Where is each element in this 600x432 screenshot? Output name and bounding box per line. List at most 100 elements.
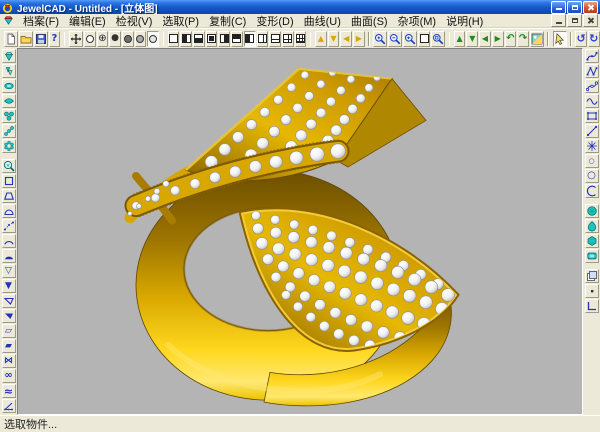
rotate-view-right[interactable]: ▶: [353, 31, 365, 47]
viewport-main[interactable]: [244, 31, 256, 47]
gem-pair-tool[interactable]: [2, 64, 16, 78]
star-curve-tool[interactable]: [585, 139, 599, 153]
gem-group-tool[interactable]: [2, 109, 16, 123]
hidden-line-mode[interactable]: ⊕: [97, 31, 109, 47]
gem-cut-pear-tool[interactable]: [585, 219, 599, 233]
menu-edit[interactable]: 编辑(E): [64, 14, 111, 27]
new-file[interactable]: [4, 31, 18, 47]
gem-cluster-tool[interactable]: [2, 139, 16, 153]
restore-button[interactable]: [567, 1, 582, 14]
mdi-restore-button[interactable]: [567, 14, 582, 27]
line-curve-tool[interactable]: [585, 124, 599, 138]
circle-curve-tool[interactable]: ○: [585, 169, 599, 183]
gem-scatter-tool[interactable]: [2, 49, 16, 63]
viewport-right[interactable]: [218, 31, 230, 47]
profile-dome-tool[interactable]: [2, 204, 16, 218]
shaded-gray-mode[interactable]: [135, 31, 147, 47]
viewport-top[interactable]: [231, 31, 243, 47]
viewport-3d[interactable]: [17, 48, 583, 415]
spline-curve-tool[interactable]: [585, 49, 599, 63]
menu-help[interactable]: 说明(H): [441, 14, 488, 27]
parallelogram-open-tool[interactable]: ▱: [2, 324, 16, 338]
wedge-open-tool[interactable]: [2, 294, 16, 308]
menu-pick[interactable]: 选取(P): [157, 14, 204, 27]
profile-square-tool[interactable]: [2, 174, 16, 188]
context-help[interactable]: ?: [49, 31, 61, 47]
profile-trapezoid-tool[interactable]: [2, 189, 16, 203]
move-view[interactable]: [69, 31, 83, 47]
viewport-split-horizontal[interactable]: [269, 31, 281, 47]
redo[interactable]: ↻: [588, 31, 600, 47]
menu-misc[interactable]: 杂项(M): [393, 14, 442, 27]
corner-tool[interactable]: [585, 299, 599, 313]
spin-cw[interactable]: ↷: [517, 31, 529, 47]
rendered-mode[interactable]: [147, 31, 159, 47]
pan-up[interactable]: ▲: [454, 31, 466, 47]
edit-point-curve-tool[interactable]: [585, 79, 599, 93]
parallelogram-solid-tool[interactable]: ▰: [2, 339, 16, 353]
wedge-solid-tool[interactable]: [2, 309, 16, 323]
menu-deform[interactable]: 变形(D): [251, 14, 298, 27]
zoom-in[interactable]: [373, 31, 387, 47]
paste-window-tool[interactable]: [585, 269, 599, 283]
rectangle-curve-tool[interactable]: [585, 109, 599, 123]
viewport-full[interactable]: [206, 31, 218, 47]
triangle-solid-tool[interactable]: ▼: [2, 279, 16, 293]
arc-solid-tool[interactable]: [2, 249, 16, 263]
sq-nine-icon: [296, 32, 306, 46]
render-image[interactable]: [530, 31, 544, 47]
open-file[interactable]: [19, 31, 33, 47]
spin-ccw[interactable]: ↶: [505, 31, 517, 47]
menu-file[interactable]: 档案(F): [18, 14, 64, 27]
viewport-single[interactable]: [168, 31, 180, 47]
close-button[interactable]: [583, 1, 598, 14]
save-file[interactable]: [34, 31, 48, 47]
mdi-close-button[interactable]: [583, 14, 598, 27]
freeform-curve-tool[interactable]: [585, 94, 599, 108]
viewport-split-vertical[interactable]: [257, 31, 269, 47]
viewport-nine[interactable]: [295, 31, 307, 47]
gem-marquise-tool[interactable]: [2, 94, 16, 108]
menu-surface[interactable]: 曲面(S): [346, 14, 393, 27]
gem-oval-tool[interactable]: [2, 79, 16, 93]
ring-rail-tool[interactable]: ∞: [2, 369, 16, 383]
point-tool[interactable]: [585, 284, 599, 298]
rotate-view-down[interactable]: ▼: [328, 31, 340, 47]
arc-open-tool[interactable]: [2, 234, 16, 248]
shaded-dark-mode[interactable]: [122, 31, 134, 47]
rotate-view-up[interactable]: ▲: [315, 31, 327, 47]
gem-cut-round-tool[interactable]: [585, 204, 599, 218]
zoom-all[interactable]: [431, 31, 445, 47]
triangle-open-tool[interactable]: ▽: [2, 264, 16, 278]
bowtie-profile-tool[interactable]: ⋈: [2, 354, 16, 368]
viewport-left[interactable]: [180, 31, 192, 47]
wave-profile-tool[interactable]: ≈: [2, 384, 16, 398]
minimize-button[interactable]: [551, 1, 566, 14]
control-point-curve-tool[interactable]: [585, 64, 599, 78]
small-circle-tool[interactable]: ○: [585, 154, 599, 168]
profile-points-tool[interactable]: [2, 219, 16, 233]
menu-copy[interactable]: 复制(C): [204, 14, 251, 27]
zoom-window[interactable]: [418, 31, 430, 47]
gem-cut-flat-tool[interactable]: [585, 249, 599, 263]
select-pointer[interactable]: [553, 31, 567, 47]
rotate-view-left[interactable]: ◀: [340, 31, 352, 47]
pan-left[interactable]: ◀: [479, 31, 491, 47]
viewport-bottom[interactable]: [193, 31, 205, 47]
undo[interactable]: ↺: [575, 31, 587, 47]
menu-view[interactable]: 检视(V): [111, 14, 158, 27]
arc-curve-tool[interactable]: [585, 184, 599, 198]
pan-right[interactable]: ▶: [492, 31, 504, 47]
mdi-minimize-button[interactable]: [551, 14, 566, 27]
zoom-previous[interactable]: [403, 31, 417, 47]
pan-down[interactable]: ▼: [466, 31, 478, 47]
shaded-black-mode[interactable]: ●: [109, 31, 121, 47]
wireframe-mode[interactable]: [84, 31, 96, 47]
gem-string-tool[interactable]: [2, 124, 16, 138]
zoom-out[interactable]: [388, 31, 402, 47]
gem-magnify-tool[interactable]: [2, 159, 16, 173]
gem-cut-fancy-tool[interactable]: [585, 234, 599, 248]
angle-profile-tool[interactable]: [2, 399, 16, 413]
viewport-quad[interactable]: [282, 31, 294, 47]
menu-curve[interactable]: 曲线(U): [299, 14, 346, 27]
